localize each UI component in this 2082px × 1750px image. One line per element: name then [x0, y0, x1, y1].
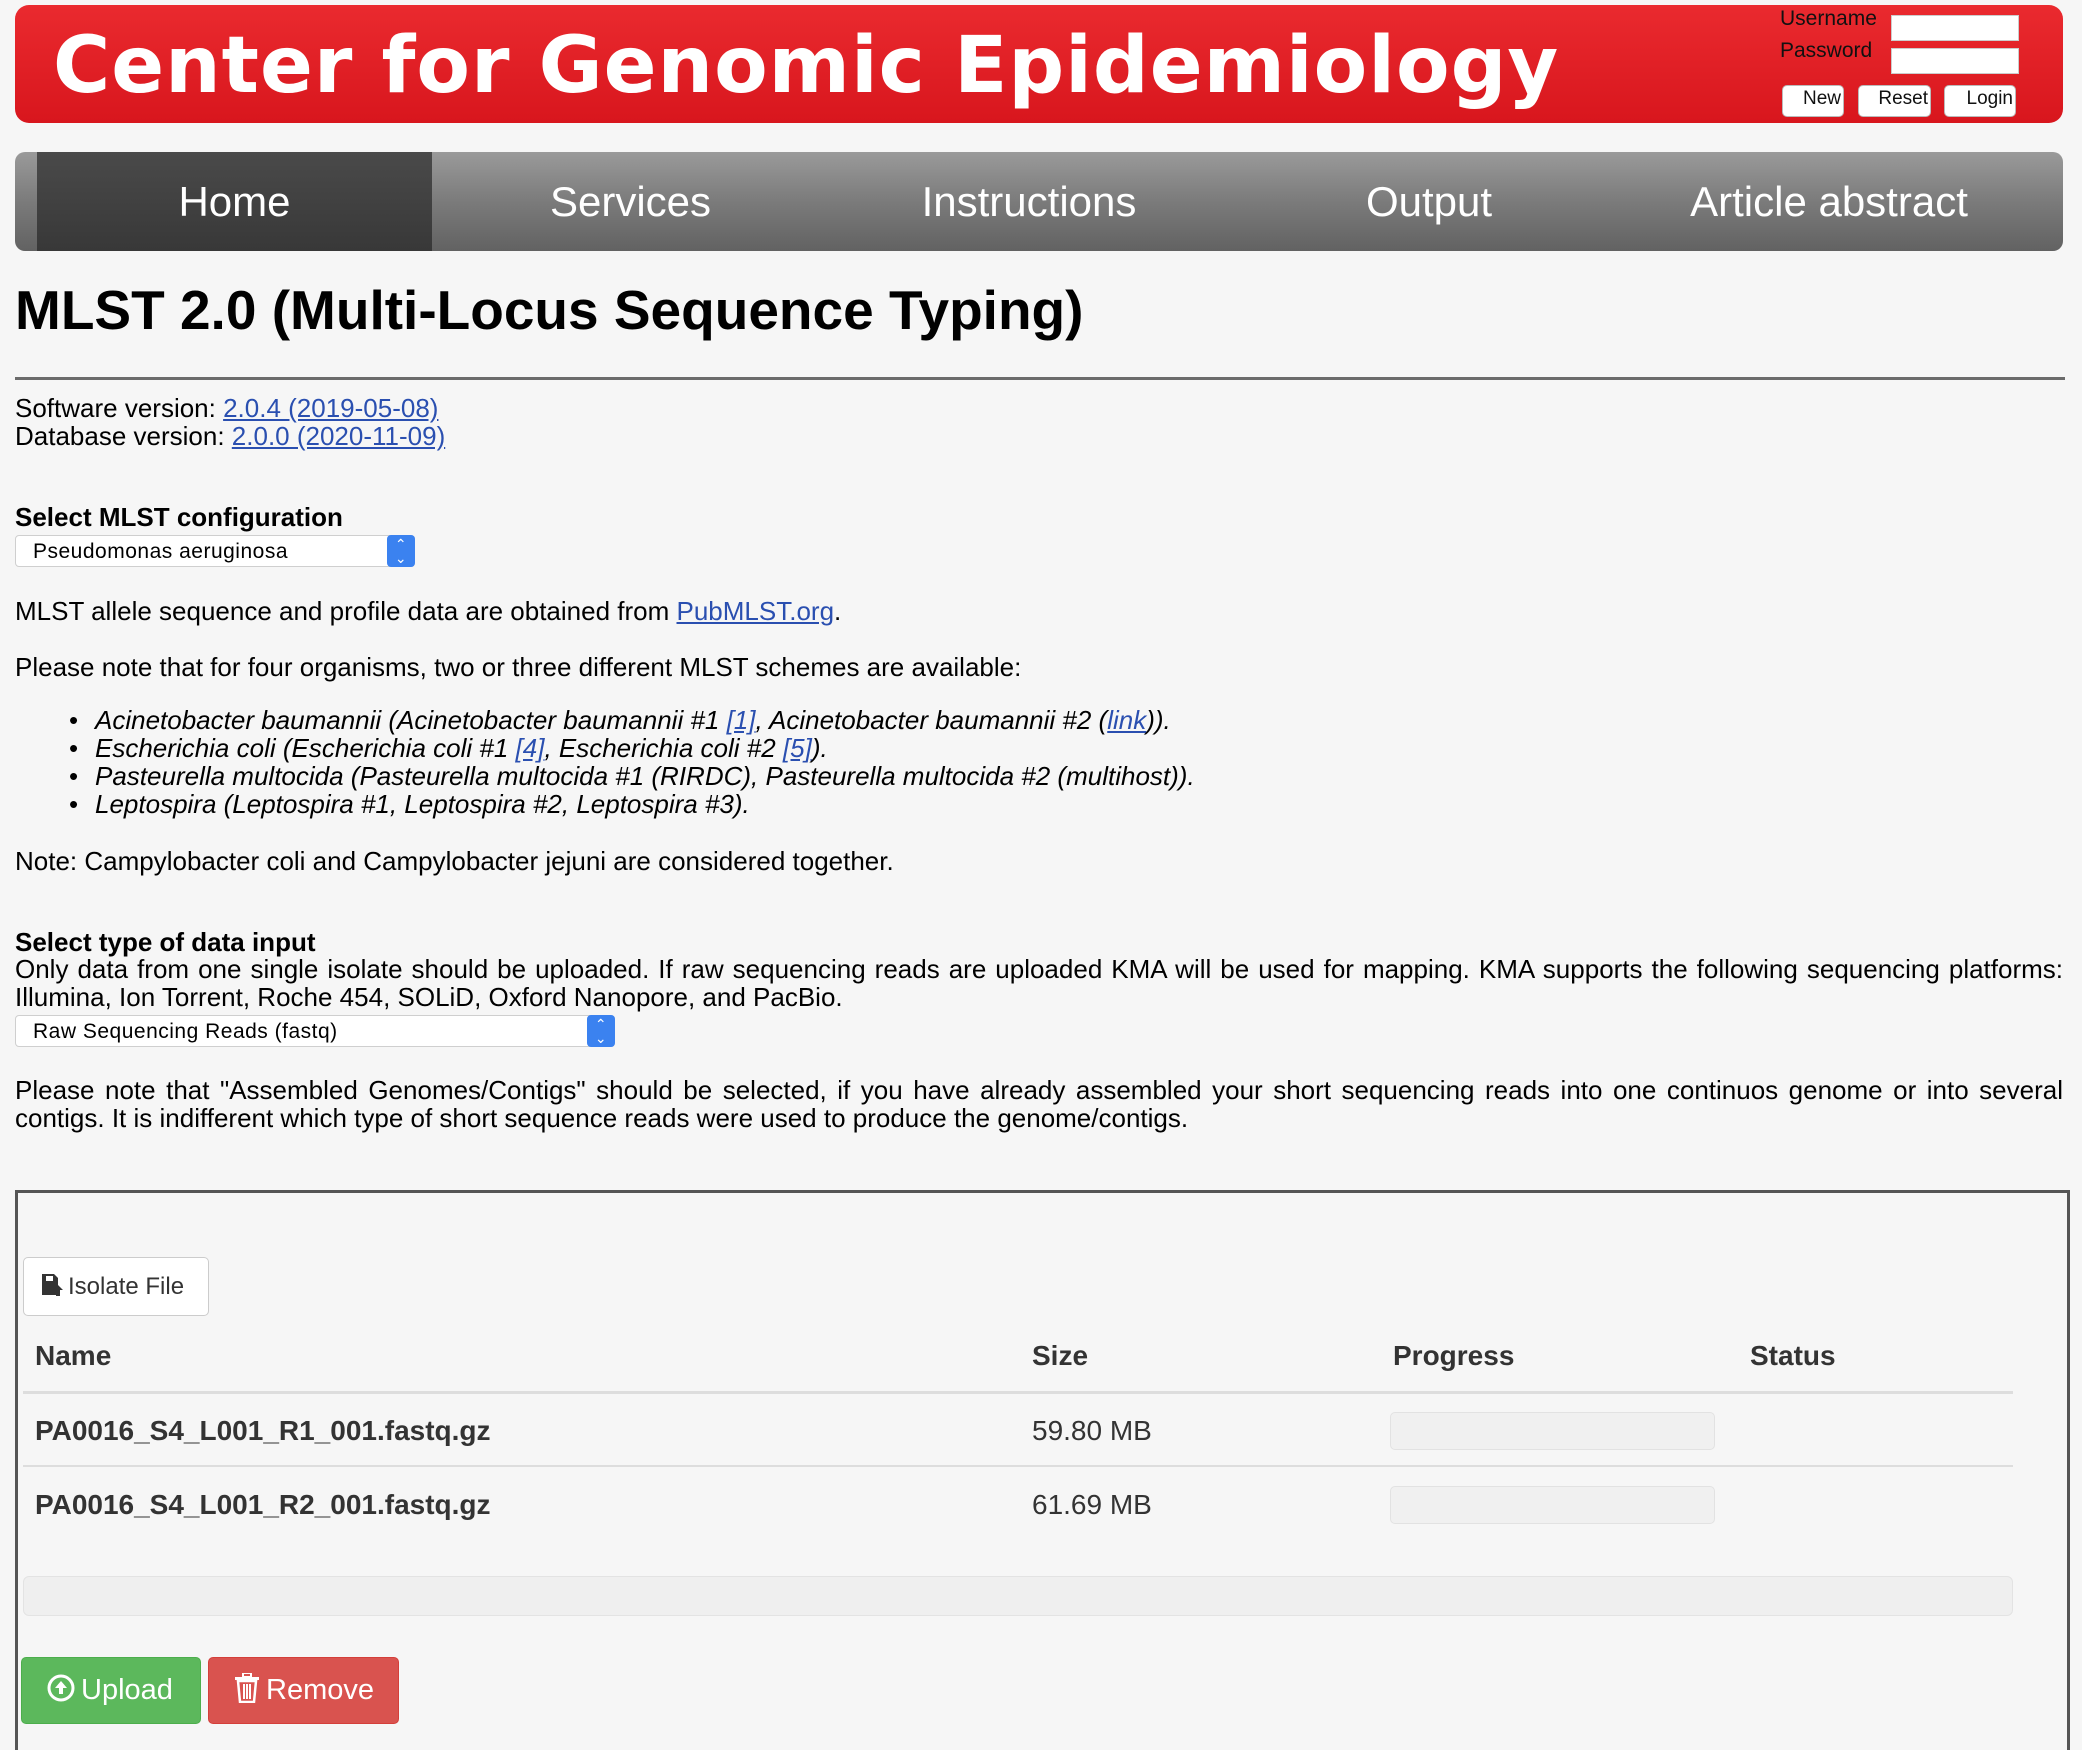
reset-button[interactable]: Reset [1858, 85, 1931, 117]
file-size: 61.69 MB [1032, 1489, 1152, 1520]
isolate-file-label: Isolate File [68, 1273, 185, 1300]
list-item: Leptospira (Leptospira #1, Leptospira #2… [69, 790, 1195, 818]
list-item: Escherichia coli (Escherichia coli #1 [4… [69, 733, 1195, 763]
file-progress-bar [1390, 1412, 1715, 1450]
col-status: Status [1750, 1340, 1836, 1371]
file-name: PA0016_S4_L001_R1_001.fastq.gz [35, 1415, 491, 1446]
title-divider [15, 377, 2065, 380]
nav-home[interactable]: Home [37, 152, 432, 251]
col-size: Size [1032, 1340, 1089, 1371]
password-input[interactable] [1891, 48, 2019, 74]
pubmlst-line: MLST allele sequence and profile data ar… [15, 596, 841, 627]
site-title: Center for Genomic Epidemiology [53, 21, 1560, 111]
main-nav: Home Services Instructions Output Articl… [15, 152, 2063, 251]
software-version-link[interactable]: 2.0.4 (2019-05-08) [223, 393, 438, 423]
nav-instructions[interactable]: Instructions [829, 152, 1229, 251]
file-upload-icon [42, 1274, 63, 1296]
database-version-link[interactable]: 2.0.0 (2020-11-09) [232, 421, 445, 451]
file-progress-bar [1390, 1486, 1715, 1524]
ref-link-1[interactable]: [1] [727, 705, 756, 735]
new-button[interactable]: New [1782, 85, 1844, 117]
nav-output[interactable]: Output [1229, 152, 1629, 251]
list-item: Pasteurella multocida (Pasteurella multo… [69, 762, 1195, 790]
add-isolate-file-button[interactable]: Isolate File [23, 1257, 209, 1316]
input-type-select[interactable]: Raw Sequencing Reads (fastq) ⌃ ⌄ [15, 1015, 615, 1047]
select-arrows-icon: ⌃ ⌄ [387, 535, 415, 567]
site-header: Center for Genomic Epidemiology Username… [15, 5, 2063, 123]
col-name: Name [35, 1340, 112, 1371]
username-input[interactable] [1891, 15, 2019, 41]
upload-panel: Isolate File Name Size Progress Status P… [15, 1190, 2070, 1750]
database-version-label: Database version: [15, 421, 232, 451]
col-progress: Progress [1393, 1340, 1515, 1371]
total-progress-bar [23, 1576, 2013, 1616]
upload-circle-icon [47, 1674, 75, 1702]
remove-label: Remove [266, 1674, 374, 1706]
nav-article-abstract[interactable]: Article abstract [1629, 152, 2029, 251]
acinetobacter-2-link[interactable]: link [1107, 705, 1146, 735]
select-arrows-icon: ⌃ ⌄ [587, 1015, 615, 1047]
trash-icon [235, 1672, 259, 1704]
upload-button[interactable]: Upload [21, 1657, 201, 1724]
file-name: PA0016_S4_L001_R2_001.fastq.gz [35, 1489, 491, 1520]
config-heading: Select MLST configuration [15, 502, 343, 532]
pubmlst-end: . [834, 596, 842, 626]
database-version-line: Database version: 2.0.0 (2020-11-09) [15, 421, 445, 452]
ref-link-5[interactable]: [5] [783, 733, 812, 763]
pubmlst-link[interactable]: PubMLST.org [677, 596, 835, 626]
input-type-selected: Raw Sequencing Reads (fastq) [33, 1020, 338, 1043]
mlst-config-select[interactable]: Pseudomonas aeruginosa ⌃ ⌄ [15, 535, 415, 567]
file-size: 59.80 MB [1032, 1415, 1152, 1446]
row-divider [23, 1465, 2013, 1467]
login-button[interactable]: Login [1944, 85, 2016, 117]
page-title: MLST 2.0 (Multi-Locus Sequence Typing) [15, 279, 1084, 341]
upload-label: Upload [81, 1674, 173, 1706]
list-item: Acinetobacter baumannii (Acinetobacter b… [69, 705, 1195, 735]
ref-link-4[interactable]: [4] [516, 733, 545, 763]
assembled-note: Please note that "Assembled Genomes/Cont… [15, 1075, 2063, 1133]
password-label: Password [1780, 39, 1873, 62]
header-divider [23, 1391, 2013, 1394]
campylobacter-note: Note: Campylobacter coli and Campylobact… [15, 846, 894, 876]
software-version-label: Software version: [15, 393, 224, 423]
schemes-list: Acinetobacter baumannii (Acinetobacter b… [69, 705, 1195, 818]
mlst-config-selected: Pseudomonas aeruginosa [33, 540, 289, 563]
username-label: Username [1780, 7, 1877, 30]
pubmlst-text: MLST allele sequence and profile data ar… [15, 596, 677, 626]
input-description: Only data from one single isolate should… [15, 954, 2063, 1012]
nav-services[interactable]: Services [432, 152, 829, 251]
schemes-note: Please note that for four organisms, two… [15, 652, 1022, 682]
remove-button[interactable]: Remove [208, 1657, 399, 1724]
software-version-line: Software version: 2.0.4 (2019-05-08) [15, 393, 438, 424]
